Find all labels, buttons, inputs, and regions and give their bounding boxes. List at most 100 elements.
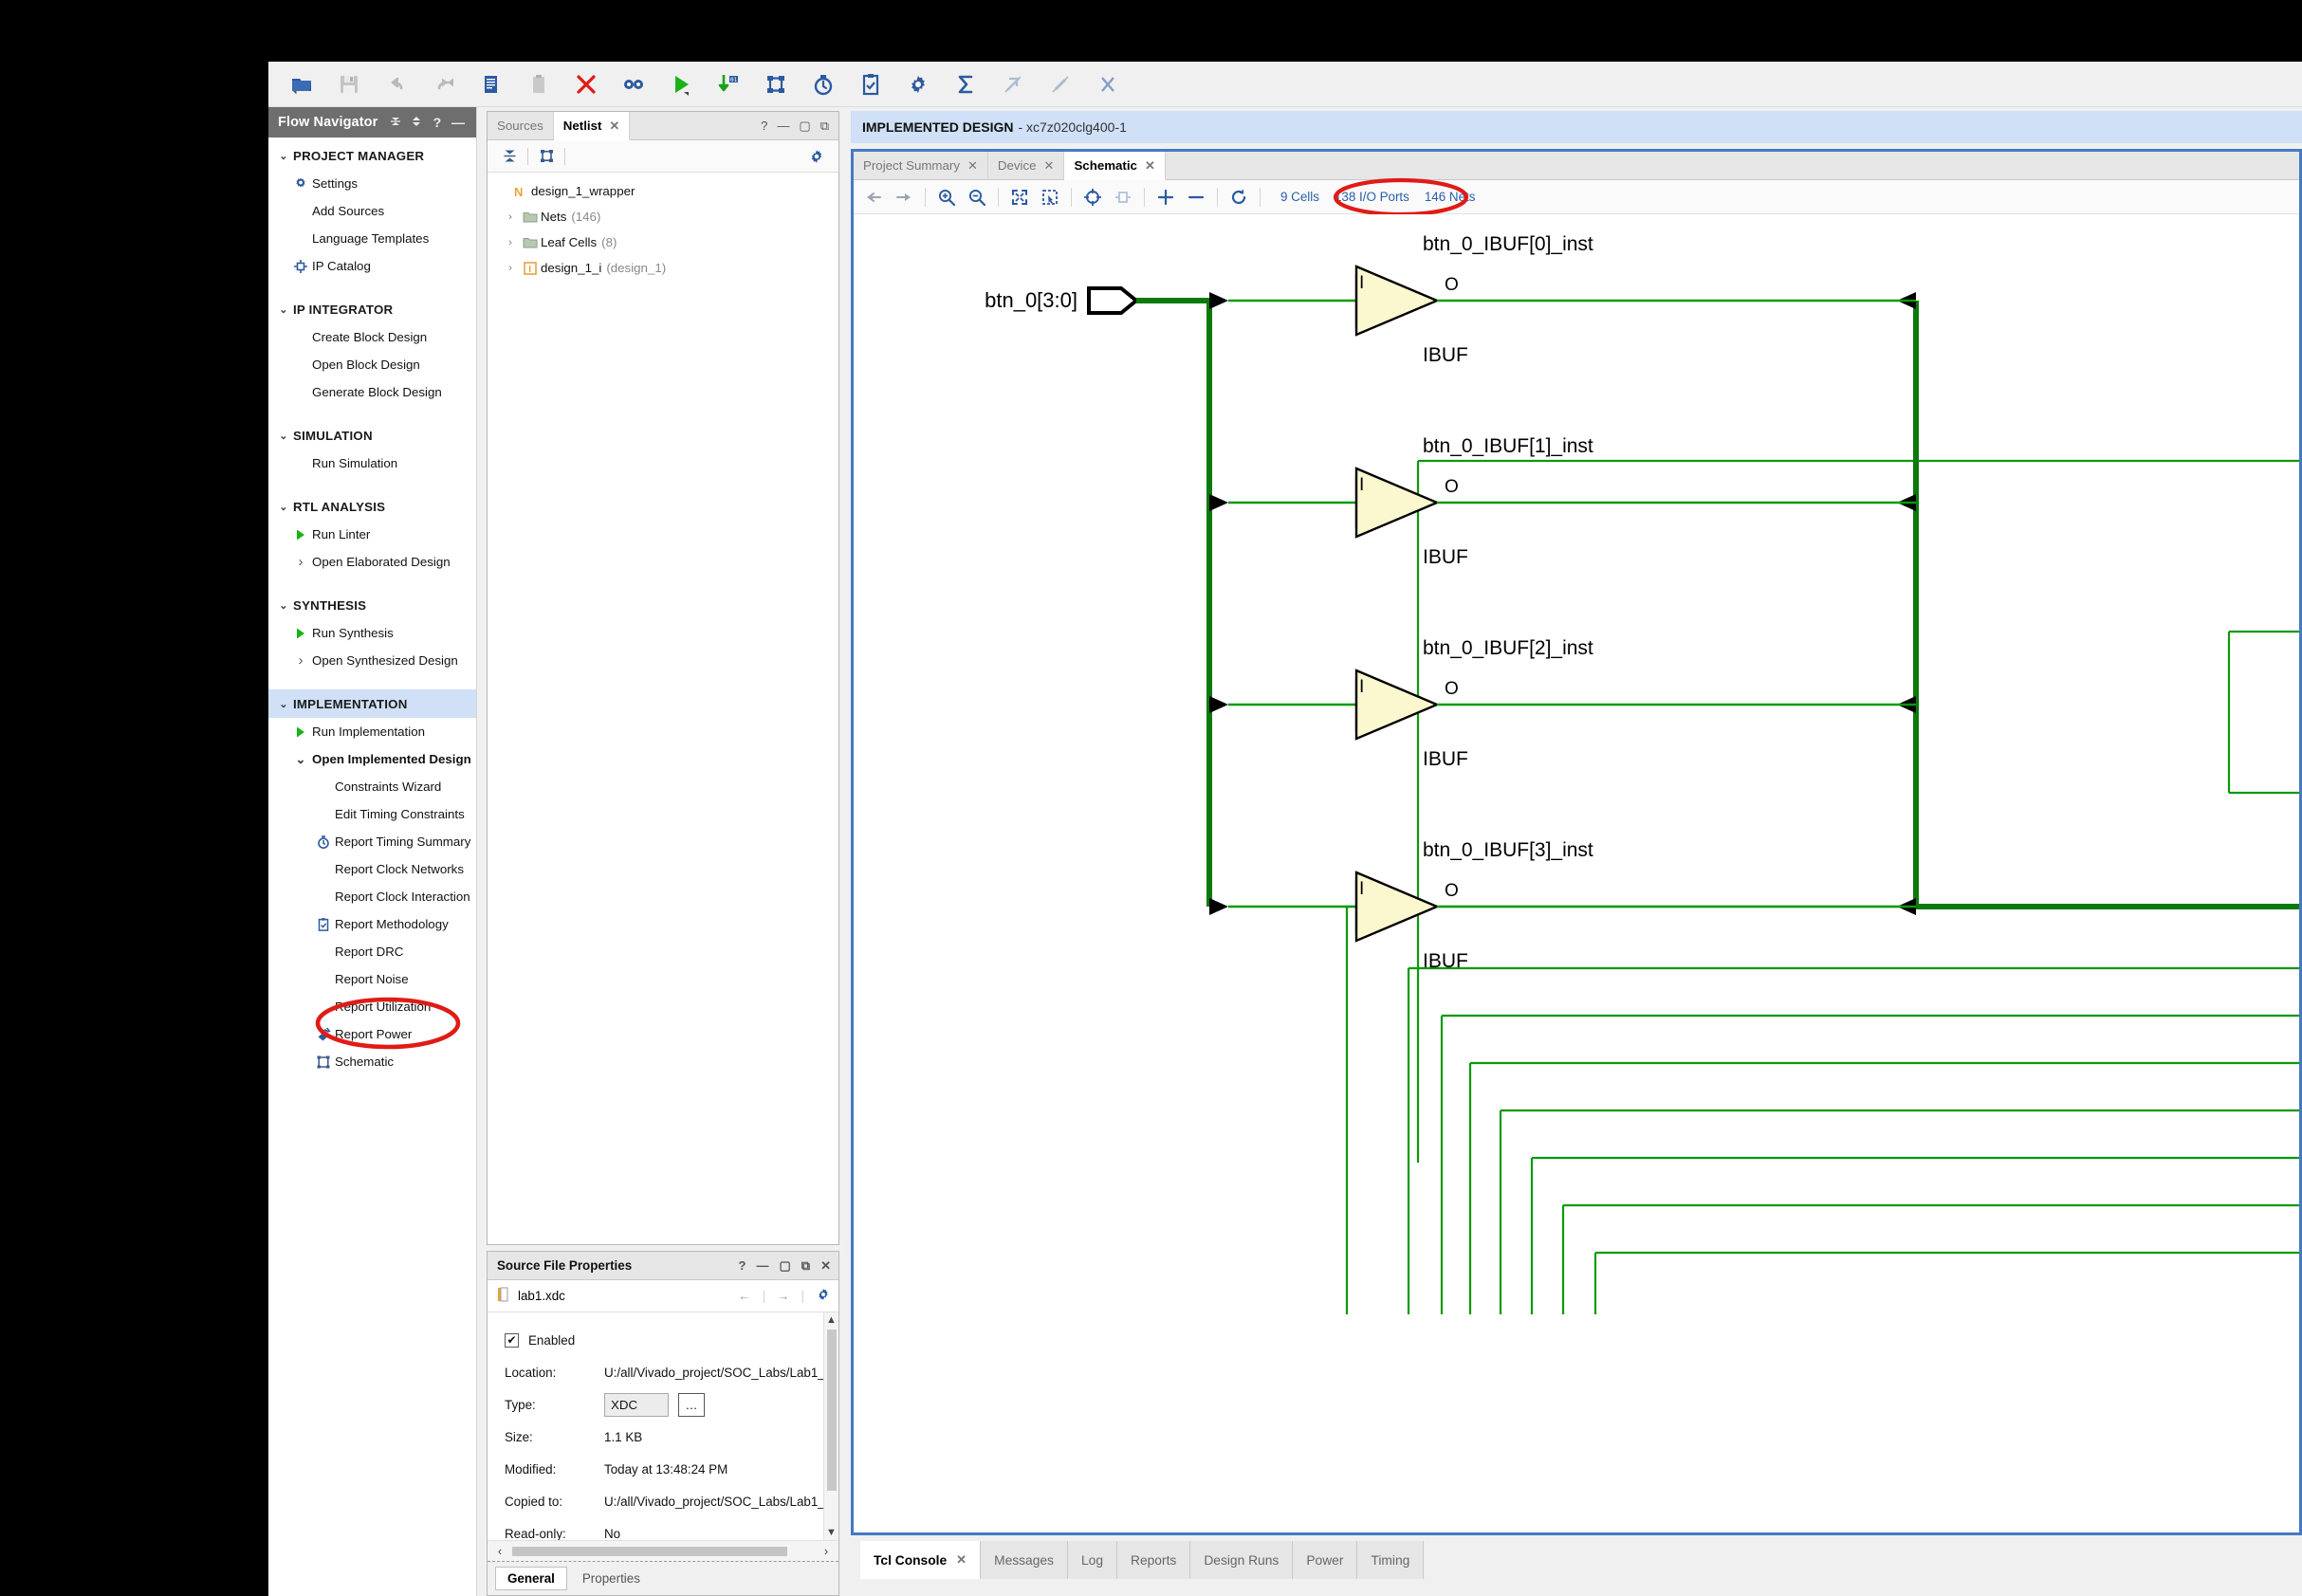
flow-group-project-manager[interactable]: ⌄ PROJECT MANAGER: [268, 141, 476, 170]
flow-group-ip-integrator[interactable]: ⌄ IP INTEGRATOR: [268, 295, 476, 323]
scroll-down-arrow-icon[interactable]: ▼: [826, 1525, 837, 1540]
stat-cells[interactable]: 9 Cells: [1280, 190, 1319, 204]
paste-icon[interactable]: [517, 65, 561, 103]
stat-io-ports[interactable]: 138 I/O Ports: [1335, 190, 1409, 204]
enabled-checkbox-row[interactable]: ✔ Enabled: [505, 1324, 823, 1356]
maximize-icon[interactable]: ▢: [799, 119, 810, 134]
tab-sources[interactable]: Sources: [488, 112, 554, 139]
enabled-checkbox[interactable]: ✔: [505, 1332, 519, 1348]
methodology-icon[interactable]: [849, 65, 893, 103]
properties-horizontal-scrollbar[interactable]: ‹ ›: [488, 1540, 838, 1561]
schematic-icon[interactable]: [754, 65, 798, 103]
settings-gear-icon[interactable]: [816, 1287, 831, 1305]
close-icon[interactable]: ✕: [609, 119, 619, 134]
tab-general[interactable]: General: [495, 1567, 567, 1590]
chevron-right-icon[interactable]: ›: [501, 263, 520, 274]
schematic-icon[interactable]: [532, 144, 561, 169]
zoom-target-icon[interactable]: [1078, 184, 1107, 211]
tab-messages[interactable]: Messages: [981, 1541, 1068, 1579]
tree-node-leaf-cells[interactable]: › Leaf Cells (8): [491, 229, 838, 255]
run-icon[interactable]: [659, 65, 703, 103]
tab-netlist[interactable]: Netlist ✕: [553, 112, 631, 140]
tab-project-summary[interactable]: Project Summary ✕: [854, 152, 988, 179]
zoom-fit-icon[interactable]: [1005, 184, 1034, 211]
minimize-icon[interactable]: —: [757, 1258, 769, 1274]
sidebar-item-report-drc[interactable]: Report DRC: [268, 938, 476, 965]
tab-reports[interactable]: Reports: [1117, 1541, 1191, 1579]
tab-timing[interactable]: Timing: [1357, 1541, 1425, 1579]
collapse-all-icon[interactable]: [385, 115, 406, 131]
scroll-left-arrow-icon[interactable]: ‹: [491, 1544, 508, 1558]
redo-icon[interactable]: [422, 65, 466, 103]
sidebar-item-ip-catalog[interactable]: IP Catalog: [268, 252, 476, 280]
find-icon[interactable]: [612, 65, 655, 103]
plus-icon[interactable]: [1151, 184, 1180, 211]
close-icon[interactable]: ✕: [820, 1258, 831, 1274]
forward-arrow-icon[interactable]: →: [777, 1289, 789, 1303]
back-arrow-icon[interactable]: ←: [738, 1289, 750, 1303]
settings-gear-icon[interactable]: [896, 65, 940, 103]
refresh-icon[interactable]: [1225, 184, 1253, 211]
zoom-out-icon[interactable]: [963, 184, 991, 211]
sidebar-item-add-sources[interactable]: Add Sources: [268, 197, 476, 225]
sidebar-item-run-implementation[interactable]: Run Implementation: [268, 718, 476, 745]
sidebar-item-report-clock-interaction[interactable]: Report Clock Interaction: [268, 883, 476, 910]
settings-gear-icon[interactable]: [802, 144, 831, 169]
sidebar-item-run-synthesis[interactable]: Run Synthesis: [268, 619, 476, 647]
type-browse-button[interactable]: …: [678, 1392, 705, 1417]
back-arrow-icon[interactable]: [859, 184, 888, 211]
sidebar-item-settings[interactable]: Settings: [268, 170, 476, 197]
chevron-right-icon[interactable]: ›: [501, 237, 520, 248]
sidebar-item-report-power[interactable]: Report Power: [268, 1020, 476, 1048]
tab-tcl-console[interactable]: Tcl Console ✕: [860, 1541, 982, 1579]
scroll-thumb[interactable]: [512, 1546, 787, 1556]
sidebar-item-open-block-design[interactable]: Open Block Design: [268, 351, 476, 378]
flow-group-synthesis[interactable]: ⌄ SYNTHESIS: [268, 591, 476, 619]
tree-node-design-1-i[interactable]: › Idesign_1_i (design_1): [491, 255, 838, 281]
tab-device[interactable]: Device ✕: [988, 152, 1065, 179]
sidebar-item-schematic[interactable]: Schematic: [268, 1048, 476, 1075]
minus-icon[interactable]: [1182, 184, 1210, 211]
scroll-right-arrow-icon[interactable]: ›: [818, 1544, 835, 1558]
sidebar-item-report-timing-summary[interactable]: Report Timing Summary: [268, 828, 476, 855]
tab-design-runs[interactable]: Design Runs: [1190, 1541, 1294, 1579]
undo-icon[interactable]: [375, 65, 418, 103]
help-icon[interactable]: ?: [761, 119, 767, 133]
type-select[interactable]: XDC: [604, 1392, 669, 1417]
zoom-in-icon[interactable]: [932, 184, 961, 211]
sidebar-item-generate-block-design[interactable]: Generate Block Design: [268, 378, 476, 406]
scroll-thumb[interactable]: [826, 1330, 837, 1491]
tab-schematic[interactable]: Schematic ✕: [1064, 152, 1166, 180]
tree-node-nets[interactable]: › Nets (146): [491, 204, 838, 229]
minimize-icon[interactable]: —: [777, 119, 789, 133]
tab-properties[interactable]: Properties: [571, 1568, 652, 1589]
save-icon[interactable]: [327, 65, 371, 103]
close-icon[interactable]: ✕: [1145, 158, 1155, 174]
zoom-area-icon[interactable]: [1036, 184, 1064, 211]
sigma-icon[interactable]: [944, 65, 987, 103]
forward-arrow-icon[interactable]: [890, 184, 918, 211]
sidebar-item-report-methodology[interactable]: Report Methodology: [268, 910, 476, 938]
close-icon[interactable]: ✕: [956, 1552, 967, 1568]
sidebar-item-language-templates[interactable]: Language Templates: [268, 225, 476, 252]
sidebar-item-create-block-design[interactable]: Create Block Design: [268, 323, 476, 351]
chevron-right-icon[interactable]: ›: [501, 211, 520, 223]
sidebar-item-run-linter[interactable]: Run Linter: [268, 521, 476, 548]
expand-icon[interactable]: [406, 115, 427, 131]
close-icon[interactable]: ✕: [1044, 158, 1055, 174]
help-icon[interactable]: ?: [427, 115, 448, 130]
collapse-all-icon[interactable]: [495, 144, 524, 169]
sidebar-item-run-simulation[interactable]: Run Simulation: [268, 449, 476, 477]
close-x-icon[interactable]: [564, 65, 608, 103]
help-icon[interactable]: ?: [739, 1258, 746, 1274]
sidebar-item-report-clock-networks[interactable]: Report Clock Networks: [268, 855, 476, 883]
timing-icon[interactable]: [801, 65, 845, 103]
sidebar-item-open-synthesized-design[interactable]: › Open Synthesized Design: [268, 647, 476, 674]
float-icon[interactable]: ⧉: [801, 1258, 810, 1274]
open-project-icon[interactable]: [280, 65, 323, 103]
minimize-icon[interactable]: —: [448, 115, 469, 130]
flow-group-simulation[interactable]: ⌄ SIMULATION: [268, 421, 476, 449]
scroll-up-arrow-icon[interactable]: ▲: [826, 1312, 837, 1328]
schematic-canvas[interactable]: btn_0[3:0] I O btn_0_IBUF[0]_inst IBUF I…: [854, 214, 2299, 1532]
sidebar-item-report-utilization[interactable]: Report Utilization: [268, 993, 476, 1020]
